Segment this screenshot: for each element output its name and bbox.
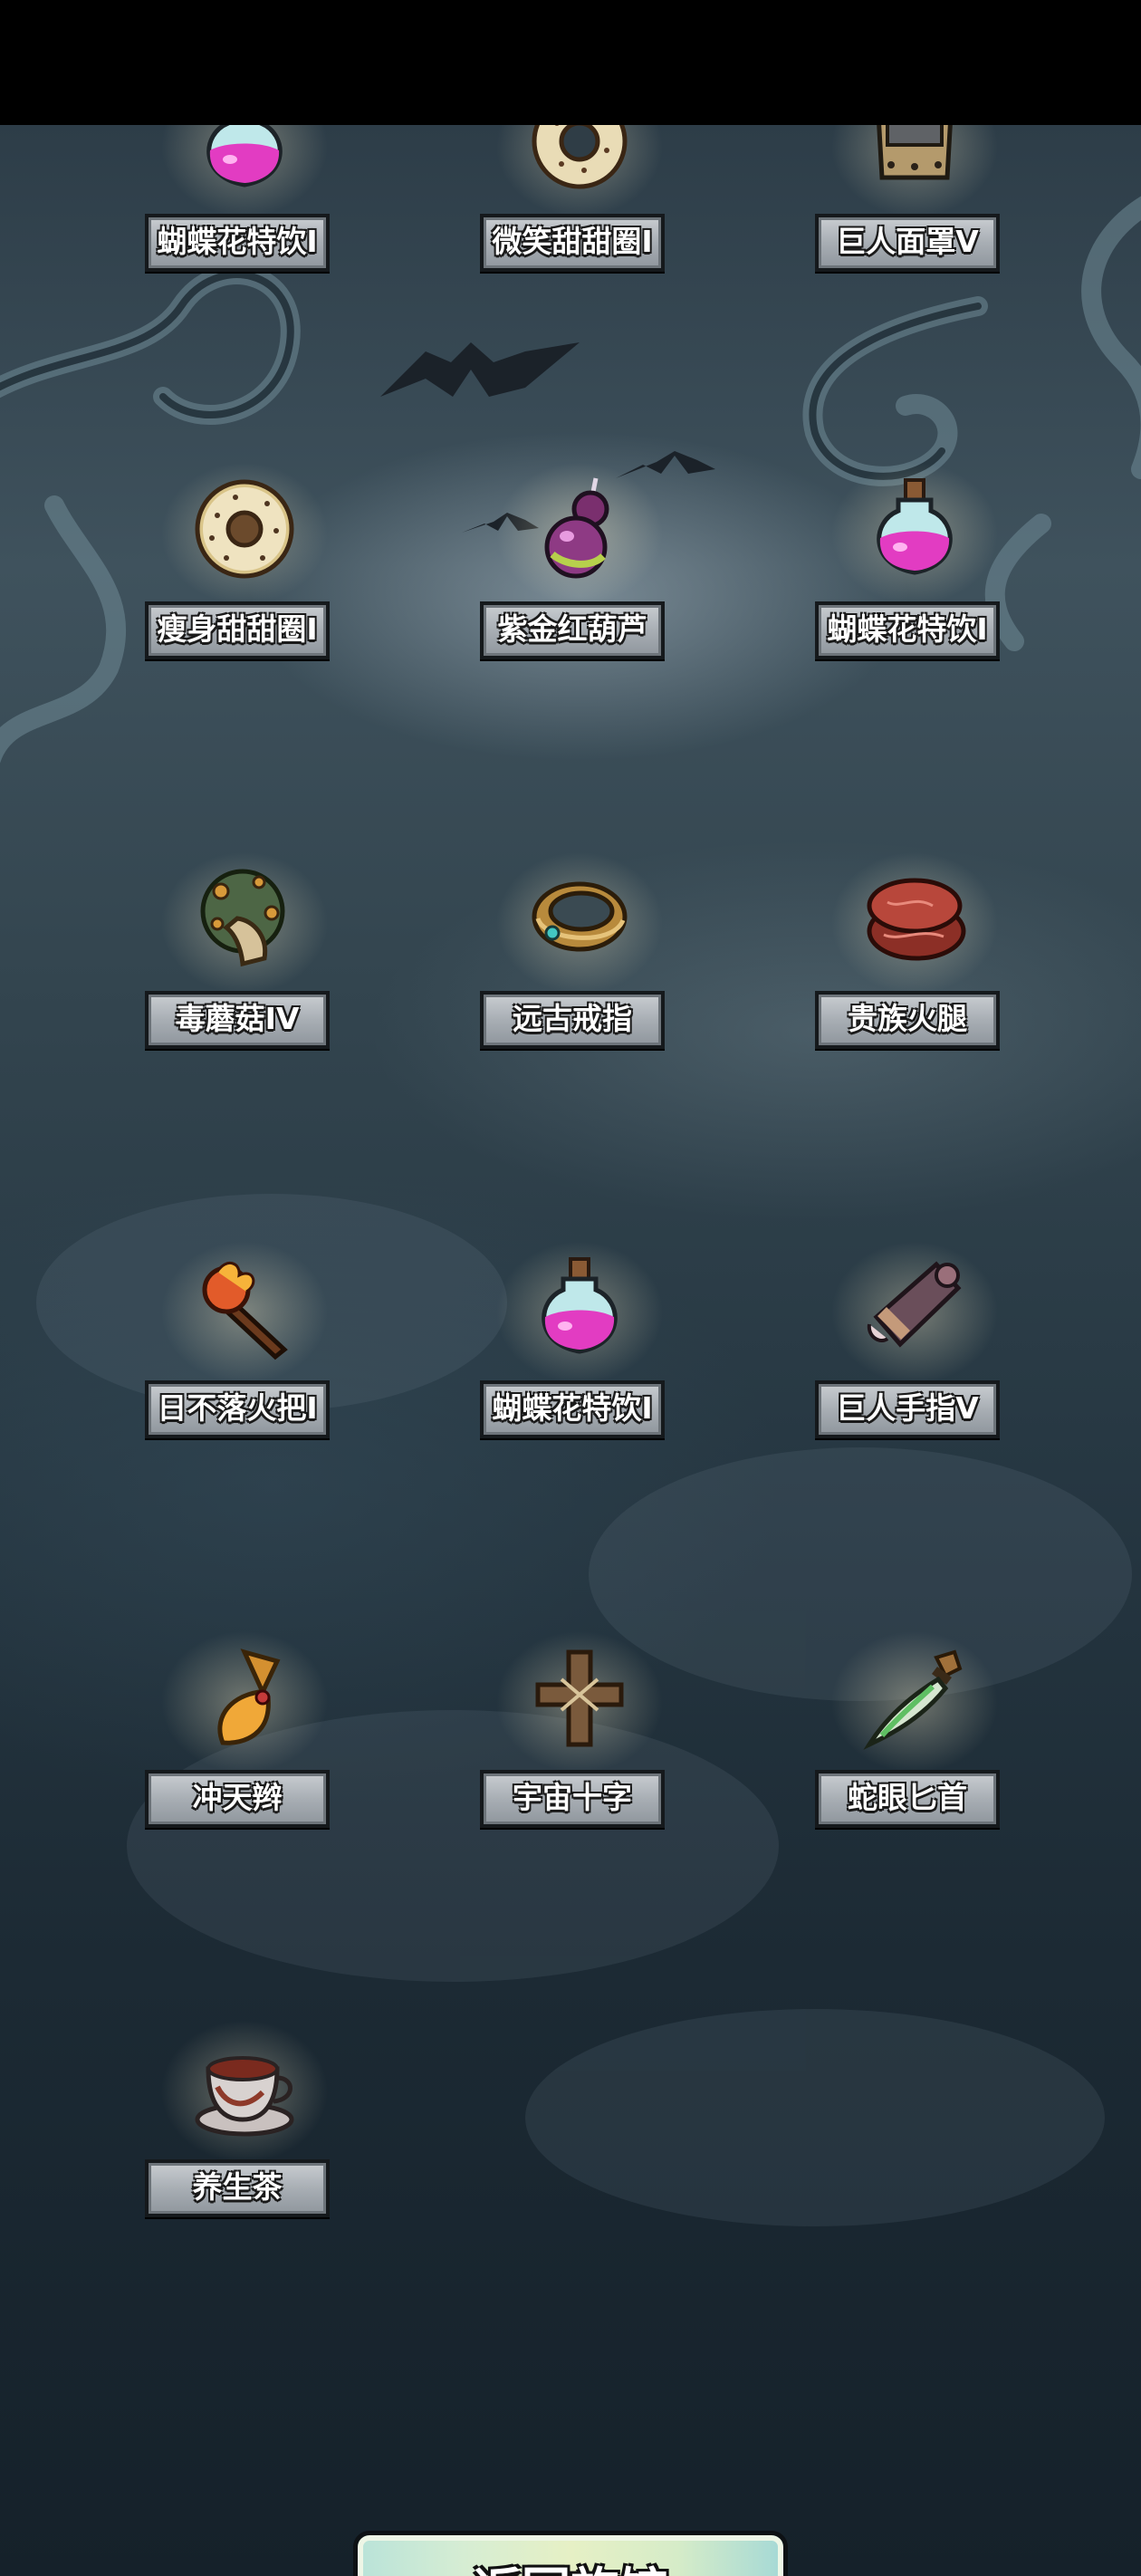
item-label: 养生茶 <box>145 2159 330 2217</box>
item-label: 蝴蝶花特饮I <box>480 1380 665 1438</box>
return-button-label: 返回旅馆 <box>358 2535 783 2576</box>
item-label: 蝴蝶花特饮I <box>815 601 1000 659</box>
item-smile-donut[interactable]: 微笑甜甜圈I <box>480 125 679 272</box>
item-health-tea[interactable]: 养生茶 <box>145 2014 344 2217</box>
item-noble-ham[interactable]: 贵族火腿 <box>815 846 1014 1049</box>
mushroom-icon <box>200 869 285 967</box>
potion-bottle-icon <box>877 478 953 575</box>
cross-icon <box>535 1649 624 1747</box>
item-giant-finger[interactable]: 巨人手指V <box>815 1235 1014 1438</box>
giant-finger-icon <box>867 1261 962 1348</box>
item-label: 贵族火腿 <box>815 991 1000 1049</box>
item-poison-mushroom[interactable]: 毒蘑菇IV <box>145 846 344 1049</box>
item-label: 日不落火把I <box>145 1380 330 1438</box>
donut-icon <box>195 479 294 579</box>
dagger-icon <box>863 1649 963 1750</box>
donut-icon <box>532 125 628 189</box>
item-label: 宇宙十字 <box>480 1770 665 1828</box>
item-label: 瘦身甜甜圈I <box>145 601 330 659</box>
item-purple-gourd[interactable]: 紫金红葫芦 <box>480 457 679 659</box>
item-butterfly-drink[interactable]: 蝴蝶花特饮I <box>145 125 344 272</box>
potion-bottle-icon <box>542 1257 618 1354</box>
item-label: 紫金红葫芦 <box>480 601 665 659</box>
ring-icon <box>532 881 628 952</box>
potion-bottle-icon <box>206 125 283 187</box>
item-label: 冲天辫 <box>145 1770 330 1828</box>
item-butterfly-drink-3[interactable]: 蝴蝶花特饮I <box>480 1235 679 1438</box>
item-label: 蛇眼匕首 <box>815 1770 1000 1828</box>
item-label: 巨人手指V <box>815 1380 1000 1438</box>
gourd-icon <box>544 477 609 579</box>
item-label: 毒蘑菇IV <box>145 991 330 1049</box>
item-slim-donut[interactable]: 瘦身甜甜圈I <box>145 457 344 659</box>
item-giant-mask[interactable]: 巨人面罩V <box>815 125 1014 272</box>
torch-icon <box>202 1262 288 1360</box>
return-to-inn-button[interactable]: 返回旅馆 <box>353 2531 788 2576</box>
item-label: 微笑甜甜圈I <box>480 214 665 272</box>
item-collection-scene: 蝴蝶花特饮I 微笑甜甜圈I 巨人面罩V 瘦身甜甜圈I 紫金红葫芦 蝴蝶花特饮I … <box>0 125 1141 2576</box>
item-cosmic-cross[interactable]: 宇宙十字 <box>480 1625 679 1828</box>
item-sky-braid[interactable]: 冲天辫 <box>145 1625 344 1828</box>
item-butterfly-drink-2[interactable]: 蝴蝶花特饮I <box>815 457 1014 659</box>
item-snake-eye-dagger[interactable]: 蛇眼匕首 <box>815 1625 1014 1828</box>
braid-icon <box>217 1648 281 1745</box>
item-label: 蝴蝶花特饮I <box>145 214 330 272</box>
item-ancient-ring[interactable]: 远古戒指 <box>480 846 679 1049</box>
teacup-icon <box>195 2056 294 2137</box>
top-black-bar <box>0 0 1141 125</box>
item-label: 巨人面罩V <box>815 214 1000 272</box>
game-screen: 蝴蝶花特饮I 微笑甜甜圈I 巨人面罩V 瘦身甜甜圈I 紫金红葫芦 蝴蝶花特饮I … <box>0 0 1141 2576</box>
item-eternal-torch[interactable]: 日不落火把I <box>145 1235 344 1438</box>
giant-mask-icon <box>877 125 953 180</box>
ham-icon <box>867 878 966 961</box>
item-label: 远古戒指 <box>480 991 665 1049</box>
